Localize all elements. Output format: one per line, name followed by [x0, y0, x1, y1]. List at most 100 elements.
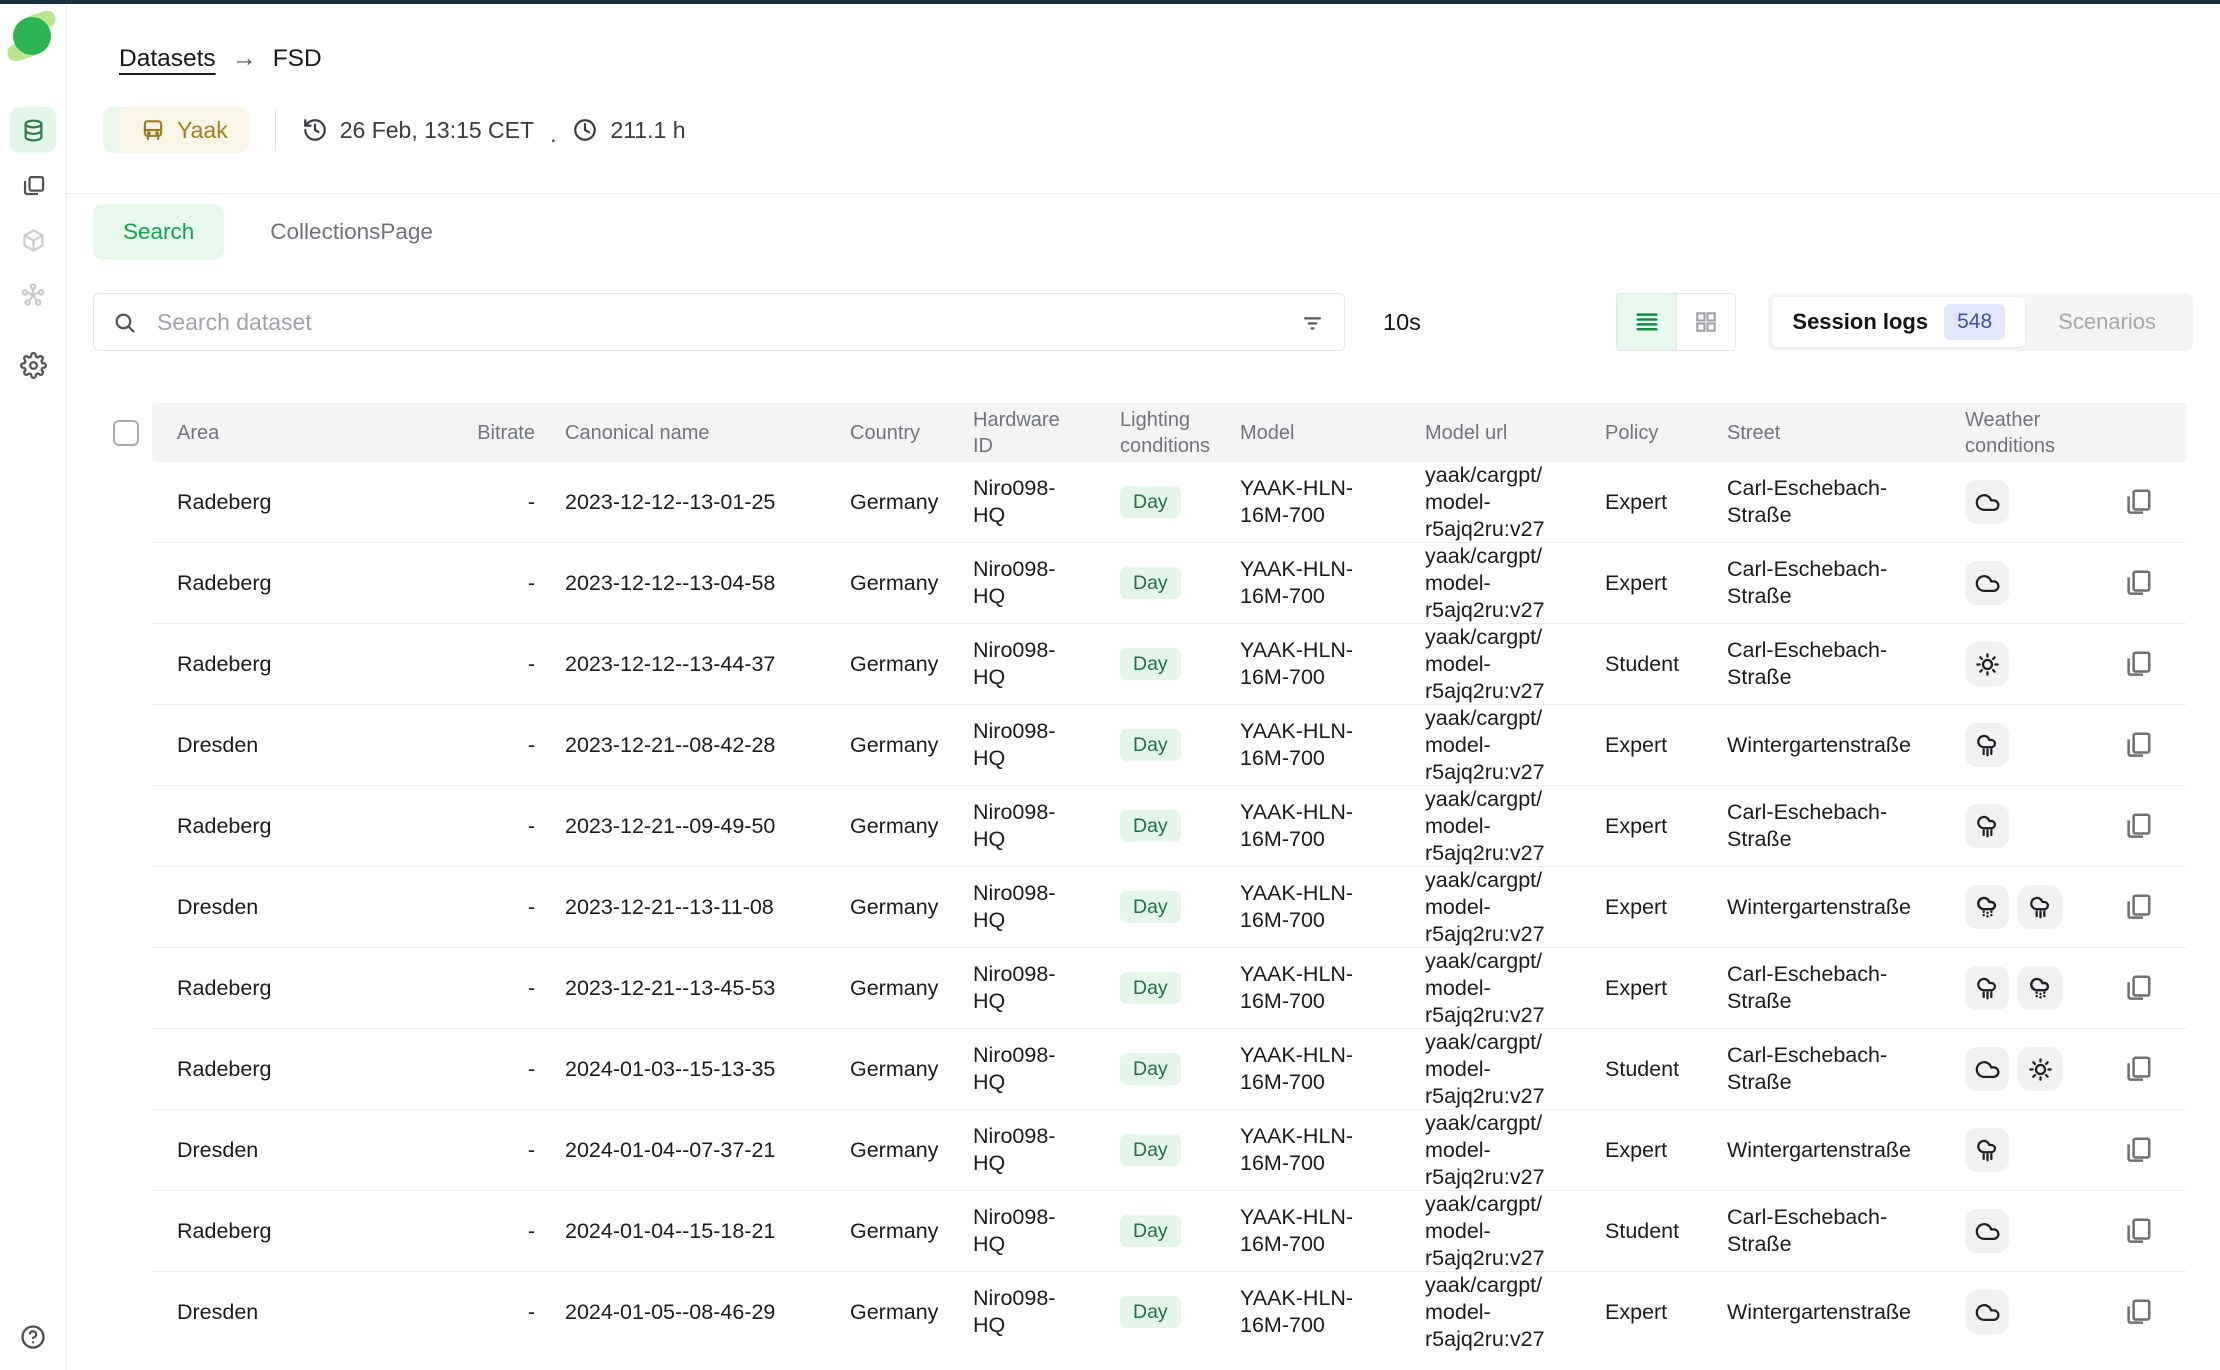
sidebar-item-datasets[interactable] — [10, 107, 56, 153]
vehicle-badge-label: Yaak — [177, 117, 228, 144]
copy-icon — [2123, 1054, 2153, 1084]
cell-canonical-name: 2023-12-21--13-45-53 — [545, 975, 840, 1002]
copy-button[interactable] — [2116, 480, 2160, 524]
sidebar-item-settings[interactable] — [10, 342, 56, 388]
copy-button[interactable] — [2116, 804, 2160, 848]
table-row[interactable]: Dresden - 2023-12-21--13-11-08 Germany N… — [152, 867, 2186, 948]
copy-icon — [2123, 649, 2153, 679]
cell-street: Carl-Eschebach-Straße — [1715, 637, 1950, 691]
cell-area: Radeberg — [152, 651, 452, 678]
table-row[interactable]: Radeberg - 2024-01-04--15-18-21 Germany … — [152, 1191, 2186, 1272]
cell-lighting-conditions: Day — [1105, 1215, 1225, 1247]
lighting-badge: Day — [1120, 1134, 1181, 1166]
sidebar-item-collections[interactable] — [10, 162, 56, 208]
rain-icon — [1965, 804, 2009, 848]
cell-hardware-id: Niro098-HQ — [965, 475, 1105, 529]
view-tabs: Search CollectionsPage — [93, 202, 433, 262]
cell-model-url: yaak/​cargpt/​model-r5ajq2ru:v27 — [1420, 867, 1600, 948]
sidebar-item-workflows[interactable] — [10, 272, 56, 318]
cell-model-url: yaak/​cargpt/​model-r5ajq2ru:v27 — [1420, 1110, 1600, 1191]
lighting-badge: Day — [1120, 486, 1181, 518]
cell-canonical-name: 2023-12-12--13-01-25 — [545, 489, 840, 516]
cell-policy: Expert — [1600, 813, 1715, 840]
select-all-checkbox[interactable] — [113, 420, 139, 446]
search-input[interactable] — [157, 309, 1290, 336]
cell-street: Carl-Eschebach-Straße — [1715, 475, 1950, 529]
copy-button[interactable] — [2116, 885, 2160, 929]
table-row[interactable]: Radeberg - 2024-01-03--15-13-35 Germany … — [152, 1029, 2186, 1110]
table-row[interactable]: Radeberg - 2023-12-21--09-49-50 Germany … — [152, 786, 2186, 867]
copy-button[interactable] — [2116, 1290, 2160, 1334]
help-button[interactable] — [10, 1314, 56, 1360]
column-header-canonical-name[interactable]: Canonical name — [545, 420, 840, 446]
segment-session-logs[interactable]: Session logs 548 — [1772, 297, 2025, 347]
column-header-weather-conditions[interactable]: Weather conditions — [1950, 407, 2090, 459]
cell-canonical-name: 2024-01-04--15-18-21 — [545, 1218, 840, 1245]
column-header-policy[interactable]: Policy — [1600, 420, 1715, 446]
table-row[interactable]: Dresden - 2023-12-21--08-42-28 Germany N… — [152, 705, 2186, 786]
drizzle-icon — [1965, 885, 2009, 929]
gear-icon — [20, 352, 47, 379]
cell-weather-conditions — [1950, 1128, 2090, 1172]
cell-country: Germany — [840, 651, 965, 678]
cell-weather-conditions — [1950, 561, 2090, 605]
column-header-street[interactable]: Street — [1715, 420, 1950, 446]
box-icon — [20, 227, 47, 254]
filter-icon — [1300, 310, 1325, 335]
network-icon — [19, 281, 47, 309]
table-row[interactable]: Radeberg - 2023-12-21--13-45-53 Germany … — [152, 948, 2186, 1029]
lighting-badge: Day — [1120, 1296, 1181, 1328]
copy-button[interactable] — [2116, 1128, 2160, 1172]
table-row[interactable]: Radeberg - 2023-12-12--13-01-25 Germany … — [152, 462, 2186, 543]
breadcrumb-arrow-icon: → — [232, 44, 257, 73]
table-row[interactable]: Dresden - 2024-01-04--07-37-21 Germany N… — [152, 1110, 2186, 1191]
vehicle-chip-stack: Yaak — [119, 107, 249, 153]
cell-actions — [2090, 885, 2186, 929]
app-logo[interactable] — [8, 12, 58, 62]
cell-actions — [2090, 1290, 2186, 1334]
copy-button[interactable] — [2116, 723, 2160, 767]
copy-button[interactable] — [2116, 1047, 2160, 1091]
column-header-model[interactable]: Model — [1225, 420, 1420, 446]
column-header-area[interactable]: Area — [152, 420, 452, 446]
clock-icon — [572, 117, 598, 143]
filter-button[interactable] — [1290, 300, 1334, 344]
tab-search[interactable]: Search — [93, 204, 224, 260]
column-header-country[interactable]: Country — [840, 420, 965, 446]
copy-button[interactable] — [2116, 642, 2160, 686]
column-header-hardware-id[interactable]: Hardware ID — [965, 407, 1105, 459]
sun-icon — [2018, 1047, 2062, 1091]
cell-street: Carl-Eschebach-Straße — [1715, 1042, 1950, 1096]
lighting-badge: Day — [1120, 567, 1181, 599]
main-content: Datasets → FSD Yaak — [67, 4, 2220, 1370]
table-body: Radeberg - 2023-12-12--13-01-25 Germany … — [152, 462, 2186, 1352]
segment-scenarios[interactable]: Scenarios — [2025, 309, 2189, 335]
cell-lighting-conditions: Day — [1105, 486, 1225, 518]
vehicle-badge[interactable]: Yaak — [119, 107, 249, 153]
duration: 211.1 h — [572, 117, 685, 144]
cell-weather-conditions — [1950, 804, 2090, 848]
table-row[interactable]: Radeberg - 2023-12-12--13-44-37 Germany … — [152, 624, 2186, 705]
copy-button[interactable] — [2116, 966, 2160, 1010]
column-header-lighting-conditions[interactable]: Lighting conditions — [1105, 407, 1225, 459]
cell-weather-conditions — [1950, 1047, 2090, 1091]
interval-value: 10s — [1383, 309, 1421, 336]
tab-collections-page[interactable]: CollectionsPage — [270, 219, 433, 245]
column-header-model-url[interactable]: Model url — [1420, 420, 1600, 446]
sidebar-item-packages[interactable] — [10, 217, 56, 263]
cell-model: YAAK-HLN-16M-700 — [1225, 880, 1420, 934]
column-header-bitrate[interactable]: Bitrate — [452, 420, 545, 446]
table-row[interactable]: Dresden - 2024-01-05--08-46-29 Germany N… — [152, 1272, 2186, 1352]
copy-button[interactable] — [2116, 1209, 2160, 1253]
cell-area: Dresden — [152, 894, 452, 921]
breadcrumb-datasets-link[interactable]: Datasets — [119, 45, 216, 73]
cell-lighting-conditions: Day — [1105, 810, 1225, 842]
table-row[interactable]: Radeberg - 2023-12-12--13-04-58 Germany … — [152, 543, 2186, 624]
search-box — [93, 293, 1345, 351]
copy-button[interactable] — [2116, 561, 2160, 605]
copy-icon — [2123, 1135, 2153, 1165]
view-toggle — [1616, 293, 1736, 351]
list-view-button[interactable] — [1617, 294, 1676, 350]
grid-view-button[interactable] — [1676, 294, 1735, 350]
cell-street: Wintergartenstraße — [1715, 894, 1950, 921]
